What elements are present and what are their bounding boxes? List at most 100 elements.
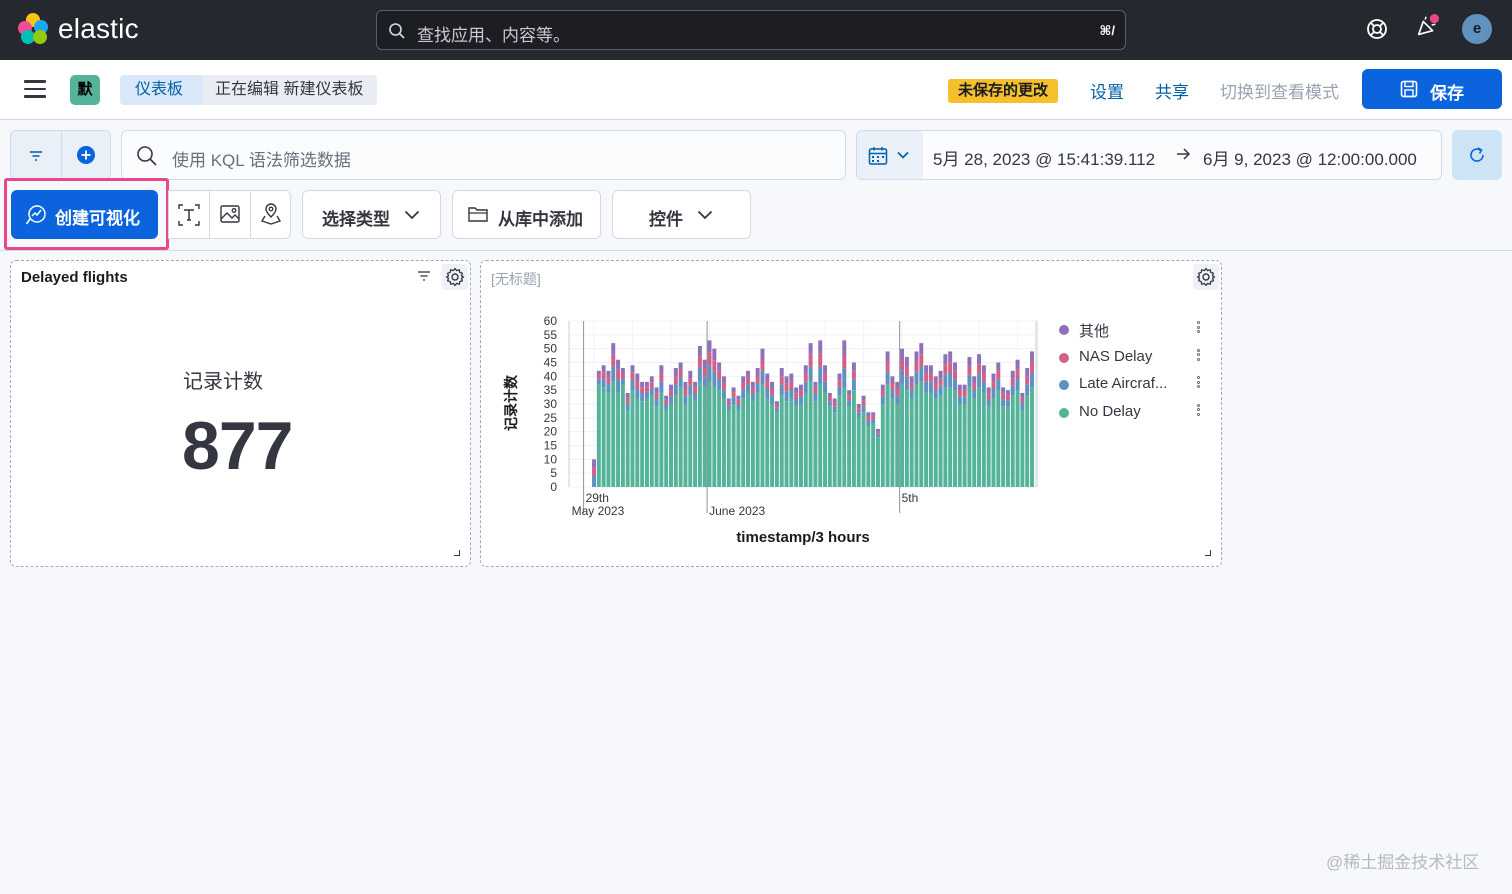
bar-nas-delay xyxy=(866,416,871,421)
add-filter-icon[interactable] xyxy=(76,145,96,165)
legend-color-dot xyxy=(1059,352,1069,363)
bar-no-delay xyxy=(736,409,741,487)
save-button[interactable]: 保存 xyxy=(1362,69,1502,109)
start-date[interactable]: 5月 28, 2023 @ 15:41:39.112 xyxy=(933,145,1155,170)
share-link[interactable]: 共享 xyxy=(1155,78,1189,103)
panel-filter-icon[interactable] xyxy=(417,270,431,282)
bar-other xyxy=(774,401,779,405)
user-avatar[interactable]: e xyxy=(1462,14,1492,44)
bar-no-delay xyxy=(1015,390,1020,487)
bar-other xyxy=(1001,387,1006,394)
controls-label: 控件 xyxy=(649,210,683,229)
bar-late-aircraft xyxy=(707,365,712,382)
bar-other xyxy=(914,351,919,362)
legend-actions-icon[interactable] xyxy=(1197,348,1201,363)
resize-handle[interactable] xyxy=(1205,550,1211,556)
bar-late-aircraft xyxy=(948,373,953,388)
global-search-input[interactable]: 查找应用、内容等。 ⌘/ xyxy=(376,10,1126,50)
add-map-button[interactable] xyxy=(251,191,292,238)
kql-search-input[interactable]: 使用 KQL 语法筛选数据 xyxy=(121,130,846,180)
bar-no-delay xyxy=(948,387,953,487)
bar-no-delay xyxy=(644,398,649,487)
bar-nas-delay xyxy=(750,387,755,394)
metric-panel[interactable]: Delayed flights 记录计数 877 xyxy=(10,260,471,567)
bar-no-delay xyxy=(832,412,837,487)
bar-late-aircraft xyxy=(654,399,659,407)
legend-label: Late Aircraf... xyxy=(1079,375,1168,392)
bar-other xyxy=(736,395,741,400)
legend-actions-icon[interactable] xyxy=(1197,321,1201,335)
end-date[interactable]: 6月 9, 2023 @ 12:00:00.000 xyxy=(1203,145,1417,170)
bar-other xyxy=(986,387,991,394)
bar-other xyxy=(1025,368,1030,377)
bar-late-aircraft xyxy=(928,381,933,393)
refresh-button[interactable] xyxy=(1452,130,1502,180)
bar-no-delay xyxy=(726,409,731,487)
bar-late-aircraft xyxy=(837,386,842,396)
bar-no-delay xyxy=(1025,395,1030,487)
bar-late-aircraft xyxy=(635,388,640,399)
bar-late-aircraft xyxy=(606,384,611,393)
space-avatar[interactable]: 默 xyxy=(70,75,100,105)
bar-other xyxy=(688,370,693,379)
chart-panel[interactable]: [无标题] 0 5 10 15 20 25 30 35 40 45 50 55 60 29th May 20… xyxy=(480,260,1222,567)
bar-other xyxy=(996,362,1001,371)
bar-nas-delay xyxy=(900,359,905,371)
add-image-button[interactable] xyxy=(210,191,251,238)
legend-item[interactable]: No Delay xyxy=(1057,400,1217,428)
bar-no-delay xyxy=(731,404,736,487)
bar-other xyxy=(702,359,707,369)
legend-actions-icon[interactable] xyxy=(1197,403,1201,418)
y-tick-label: 20 xyxy=(544,425,558,439)
bar-other xyxy=(606,370,611,378)
resize-handle[interactable] xyxy=(454,550,460,556)
bar-late-aircraft xyxy=(880,396,885,404)
bar-nas-delay xyxy=(644,386,649,392)
bar-other xyxy=(953,362,957,371)
legend-color-dot xyxy=(1059,407,1069,418)
help-icon[interactable] xyxy=(1364,16,1390,42)
controls-button[interactable]: 控件 xyxy=(612,190,751,239)
bar-other xyxy=(669,384,673,391)
bar-no-delay xyxy=(851,390,856,487)
y-tick-label: 5 xyxy=(550,466,557,480)
bar-late-aircraft xyxy=(770,395,775,404)
legend-item[interactable]: 其他 xyxy=(1057,317,1217,345)
bar-other xyxy=(741,376,746,383)
bar-late-aircraft xyxy=(876,433,880,438)
legend-actions-icon[interactable] xyxy=(1197,376,1201,390)
add-text-button[interactable] xyxy=(169,191,210,238)
quick-date-button[interactable] xyxy=(857,131,923,179)
bar-late-aircraft xyxy=(779,384,784,396)
bar-other xyxy=(1020,392,1025,398)
bar-no-delay xyxy=(818,384,823,487)
bar-nas-delay xyxy=(890,382,895,390)
bar-nas-delay xyxy=(928,373,933,382)
panel-options-button[interactable] xyxy=(1193,264,1219,290)
bar-late-aircraft xyxy=(919,366,924,382)
bar-no-delay xyxy=(876,437,880,487)
bar-nas-delay xyxy=(736,399,741,404)
select-type-button[interactable]: 选择类型 xyxy=(302,190,441,239)
y-tick-label: 60 xyxy=(544,314,558,328)
elastic-logo[interactable]: elastic xyxy=(18,13,139,45)
bar-other xyxy=(924,365,929,374)
kql-placeholder: 使用 KQL 语法筛选数据 xyxy=(172,151,351,170)
add-from-library-button[interactable]: 从库中添加 xyxy=(452,190,601,239)
bar-nas-delay xyxy=(827,397,832,402)
bar-no-delay xyxy=(697,381,702,487)
filter-menu-icon[interactable] xyxy=(28,149,44,163)
date-picker[interactable]: 5月 28, 2023 @ 15:41:39.112 6月 9, 2023 @ … xyxy=(856,130,1442,180)
menu-icon[interactable] xyxy=(24,80,46,98)
stacked-bar-chart[interactable]: 051015202530354045505560 29thMay 2023 June… xyxy=(481,261,1051,561)
panel-options-button[interactable] xyxy=(442,264,468,290)
legend-item[interactable]: NAS Delay xyxy=(1057,345,1217,373)
legend-item[interactable]: Late Aircraf... xyxy=(1057,372,1217,400)
bar-nas-delay xyxy=(876,431,880,434)
bar-nas-delay xyxy=(654,393,659,400)
bar-late-aircraft xyxy=(664,404,669,410)
settings-link[interactable]: 设置 xyxy=(1090,78,1124,103)
create-visualization-button[interactable]: 创建可视化 xyxy=(11,190,158,239)
view-mode-link[interactable]: 切换到查看模式 xyxy=(1220,78,1339,103)
news-feed-icon[interactable] xyxy=(1414,14,1440,40)
